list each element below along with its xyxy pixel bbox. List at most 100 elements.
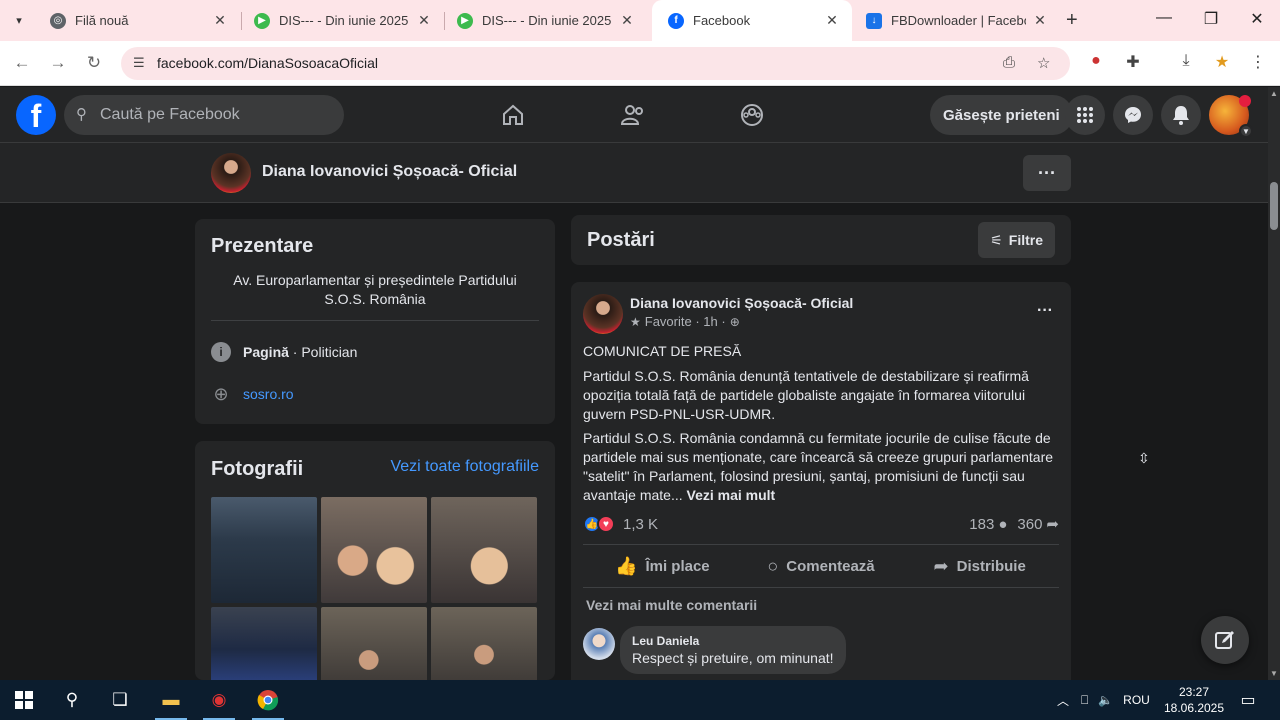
divider bbox=[583, 587, 1059, 588]
home-icon[interactable] bbox=[495, 99, 531, 131]
see-more-link[interactable]: Vezi mai mult bbox=[687, 487, 776, 503]
comment-bubble-icon: ● bbox=[998, 515, 1008, 533]
shares-count[interactable]: 360 bbox=[1017, 516, 1042, 533]
facebook-logo-icon[interactable]: f bbox=[16, 95, 56, 135]
show-hidden-icons[interactable]: ︿ bbox=[1057, 692, 1069, 709]
menu-kebab-icon[interactable]: ⋮ bbox=[1246, 52, 1270, 72]
address-bar[interactable]: ☰ facebook.com/DianaSosoacaOficial ⎙ ☆ bbox=[121, 47, 1070, 80]
close-icon[interactable]: ✕ bbox=[619, 12, 635, 29]
new-tab-button[interactable]: + bbox=[1066, 9, 1078, 32]
post-options-button[interactable]: ··· bbox=[1037, 302, 1053, 320]
comment-label: Comentează bbox=[786, 557, 875, 575]
comment-button[interactable]: ○ Comentează bbox=[742, 548, 901, 584]
page-avatar[interactable] bbox=[211, 153, 251, 193]
tab-dis-2[interactable]: ▶ DIS--- - Din iunie 2025 - I ✕ bbox=[441, 0, 647, 41]
page-name[interactable]: Diana Iovanovici Șoșoacă- Oficial bbox=[262, 163, 517, 181]
scroll-down-icon[interactable]: ▼ bbox=[1270, 669, 1278, 678]
facebook-search-input[interactable]: ⚲ Caută pe Facebook bbox=[64, 95, 344, 135]
page-scrollbar[interactable]: ▲ ▼ bbox=[1268, 87, 1280, 680]
mouse-cursor-icon: ⇳ bbox=[1138, 450, 1150, 466]
close-icon[interactable]: ✕ bbox=[416, 12, 432, 29]
commenter-name[interactable]: Leu Daniela bbox=[632, 634, 834, 648]
share-arrow-icon: ➦ bbox=[1046, 516, 1059, 533]
close-window-button[interactable]: ✕ bbox=[1242, 9, 1272, 29]
record-icon[interactable]: ◉ bbox=[195, 680, 243, 720]
post-meta-text[interactable]: Favorite · 1h · bbox=[645, 314, 726, 329]
page-more-button[interactable]: ··· bbox=[1023, 155, 1071, 191]
reactions-count: 1,3 K bbox=[623, 515, 659, 533]
category-label: Pagină bbox=[243, 344, 289, 360]
site-info-icon[interactable]: ☰ bbox=[133, 55, 145, 71]
install-app-icon[interactable]: ⎙ bbox=[1003, 54, 1015, 71]
posts-title: Postări bbox=[587, 229, 655, 251]
close-icon[interactable]: ✕ bbox=[212, 12, 228, 29]
messenger-icon[interactable] bbox=[1113, 95, 1153, 135]
groups-icon[interactable] bbox=[734, 99, 770, 131]
scrollbar-thumb[interactable] bbox=[1270, 182, 1278, 230]
divider bbox=[583, 544, 1059, 545]
photo-thumbnail[interactable] bbox=[321, 497, 427, 603]
forward-button[interactable]: → bbox=[47, 53, 69, 73]
reload-button[interactable]: ↻ bbox=[83, 53, 105, 73]
filters-button[interactable]: ⚟ Filtre bbox=[978, 222, 1055, 258]
facebook-header: f ⚲ Caută pe Facebook Găsește prieteni ▼ bbox=[0, 87, 1268, 143]
minimize-button[interactable]: — bbox=[1149, 9, 1179, 27]
find-friends-button[interactable]: Găsește prieteni bbox=[930, 95, 1073, 135]
notification-center-icon[interactable]: ▭ bbox=[1224, 680, 1272, 720]
bookmark-star-icon[interactable]: ☆ bbox=[1037, 54, 1050, 72]
intro-card: Prezentare Av. Europarlamentar și președ… bbox=[195, 219, 555, 424]
close-icon[interactable]: ✕ bbox=[824, 12, 840, 29]
menu-grid-icon[interactable] bbox=[1065, 95, 1105, 135]
file-explorer-icon[interactable]: ▬ bbox=[147, 680, 195, 720]
comment-icon: ○ bbox=[767, 555, 779, 576]
see-all-photos-link[interactable]: Vezi toate fotografiile bbox=[390, 458, 539, 476]
view-more-comments-link[interactable]: Vezi mai multe comentarii bbox=[586, 597, 757, 613]
chrome-icon: ◎ bbox=[50, 12, 66, 29]
tab-facebook[interactable]: f Facebook ✕ bbox=[652, 0, 852, 41]
play-icon: ▶ bbox=[254, 12, 270, 29]
photo-thumbnail[interactable] bbox=[211, 497, 317, 603]
profile-icon[interactable]: ★ bbox=[1210, 52, 1234, 72]
post-actions: 👍 Îmi place ○ Comentează ➦ Distribuie bbox=[583, 548, 1059, 584]
chrome-icon[interactable] bbox=[244, 680, 292, 720]
volume-icon[interactable]: 🔈 bbox=[1098, 693, 1113, 707]
close-icon[interactable]: ✕ bbox=[1032, 12, 1048, 29]
windows-start-icon[interactable] bbox=[0, 680, 48, 720]
back-button[interactable]: ← bbox=[11, 53, 33, 73]
commenter-avatar[interactable] bbox=[583, 628, 615, 660]
globe-icon: ⊕ bbox=[213, 383, 229, 404]
post-author-avatar[interactable] bbox=[583, 294, 623, 334]
extensions-puzzle-icon[interactable]: ✚ bbox=[1121, 52, 1145, 72]
tab-search-button[interactable]: ▾ bbox=[6, 8, 32, 32]
restore-button[interactable]: ❐ bbox=[1196, 9, 1226, 29]
tab-fbdownloader[interactable]: ↓ FBDownloader | Facebook ✕ bbox=[850, 0, 1060, 41]
notifications-bell-icon[interactable] bbox=[1161, 95, 1201, 135]
tab-dis-1[interactable]: ▶ DIS--- - Din iunie 2025 - I ✕ bbox=[238, 0, 444, 41]
scroll-up-icon[interactable]: ▲ bbox=[1270, 89, 1278, 98]
divider bbox=[211, 320, 539, 321]
reactions-summary[interactable]: 👍 ♥ 1,3 K bbox=[583, 514, 658, 534]
downloads-icon[interactable]: ⤓ bbox=[1174, 52, 1198, 70]
task-view-icon[interactable]: ❏ bbox=[96, 680, 144, 720]
friends-icon[interactable] bbox=[615, 99, 651, 131]
like-button[interactable]: 👍 Îmi place bbox=[583, 548, 742, 584]
play-icon: ▶ bbox=[457, 12, 473, 29]
windows-taskbar: ⚲ ❏ ▬ ◉ ︿ ⎕ 🔈 ROU 23:27 18.06.2025 ▭ bbox=[0, 680, 1280, 720]
search-icon[interactable]: ⚲ bbox=[48, 680, 96, 720]
share-button[interactable]: ➦ Distribuie bbox=[900, 548, 1059, 584]
post-author-name[interactable]: Diana Iovanovici Șoșoacă- Oficial bbox=[630, 295, 853, 311]
comments-count[interactable]: 183 bbox=[969, 516, 994, 533]
post-text-paragraph: Partidul S.O.S. România denunță tentativ… bbox=[583, 368, 1029, 422]
network-icon[interactable]: ⎕ bbox=[1081, 693, 1088, 708]
extension-color-icon[interactable]: ● bbox=[1084, 52, 1108, 70]
post-text-body: Partidul S.O.S. România condamnă cu ferm… bbox=[583, 430, 1054, 503]
url-text: facebook.com/DianaSosoacaOficial bbox=[157, 55, 379, 71]
taskbar-clock[interactable]: 23:27 18.06.2025 bbox=[1160, 684, 1228, 716]
photo-thumbnail[interactable] bbox=[431, 497, 537, 603]
account-avatar[interactable]: ▼ bbox=[1209, 95, 1253, 138]
language-indicator[interactable]: ROU bbox=[1123, 693, 1150, 707]
website-link[interactable]: sosro.ro bbox=[243, 386, 294, 402]
tab-new-tab[interactable]: ◎ Filă nouă ✕ bbox=[34, 0, 240, 41]
new-message-button[interactable] bbox=[1201, 616, 1249, 664]
tab-title: DIS--- - Din iunie 2025 - I bbox=[482, 13, 613, 28]
